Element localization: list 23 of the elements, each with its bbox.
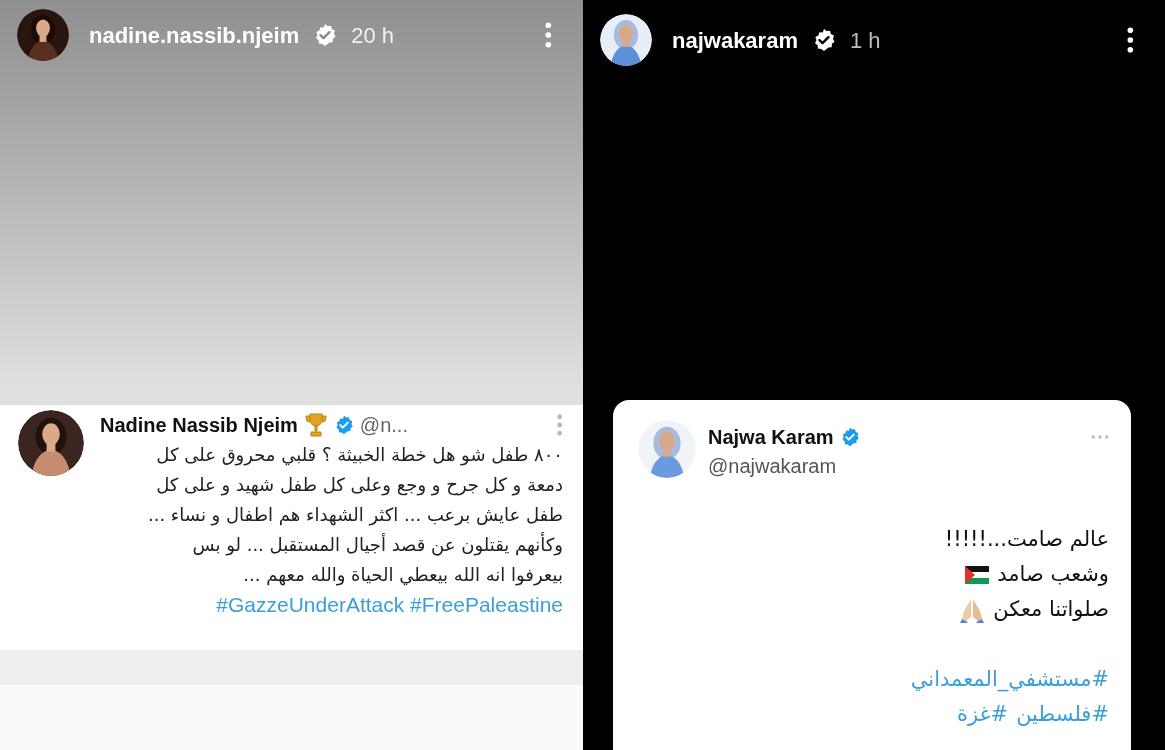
- hashtag-link[interactable]: #فلسطين: [1016, 697, 1109, 732]
- user-handle: @najwakaram: [708, 454, 838, 479]
- display-name: Nadine Nassib Njeim: [100, 413, 298, 438]
- user-handle: @n...: [359, 413, 409, 438]
- tweet-text: وكأنهم يقتلون عن قصد أجيال المستقبل ... لو بس: [191, 531, 563, 558]
- username[interactable]: nadine.nassib.njeim: [89, 18, 300, 52]
- tweet-text: ٨٠٠ طفل شو هل خطة الخبيثة ؟ قلبي محروق على كل: [155, 443, 563, 468]
- trophy-icon: [303, 412, 328, 438]
- tweet-text: وشعب صامد: [997, 560, 1109, 588]
- username[interactable]: najwakaram: [672, 23, 798, 57]
- tweet-text: عالم صامت...!!!!!: [944, 525, 1109, 553]
- hashtags[interactable]: #GazzeUnderAttack #FreePaleastine: [216, 590, 563, 620]
- tweet-text: دمعة و كل جرح و وجع وعلى كل طفل شهيد و على كل: [155, 473, 563, 498]
- tweet-text: صلواتنا معكن: [993, 595, 1109, 623]
- tweet-text: طفل عايش برعب ... اكثر الشهداء هم اطفال و نساء ...: [147, 503, 563, 528]
- flag-icon: [965, 565, 990, 584]
- hashtag-link[interactable]: #مستشفي_المعمداني: [910, 662, 1109, 697]
- display-name: Najwa Karam: [708, 425, 834, 450]
- more-options-icon[interactable]: [1126, 27, 1135, 53]
- tweet-text: بيعرفوا انه الله بيعطي الحياة والله معهم ...: [242, 563, 563, 588]
- post-time: 1 h: [849, 26, 881, 55]
- hashtag-link[interactable]: #غزة: [956, 697, 1009, 732]
- post-time: 20 h: [351, 21, 395, 50]
